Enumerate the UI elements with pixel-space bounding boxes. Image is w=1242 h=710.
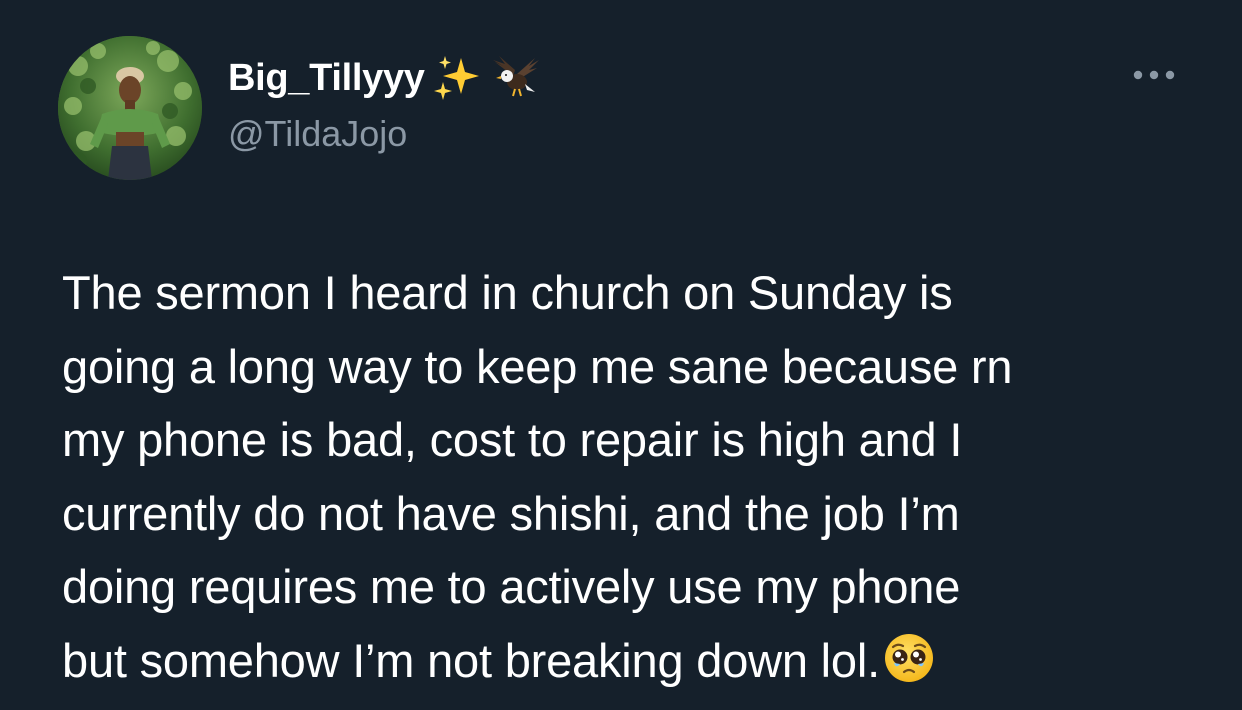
avatar[interactable] [58,36,202,180]
author-handle[interactable]: @TildaJojo [228,112,407,156]
tweet-text-last-line: but somehow I’m not breaking down lol. [62,624,1212,698]
more-options-button[interactable] [1128,60,1180,90]
ellipsis-icon [1133,70,1175,80]
tweet-text-line: The sermon I heard in church on Sunday i… [62,266,953,319]
avatar-image [58,36,202,180]
author-name-row[interactable]: Big_Tillyyy [228,52,541,104]
author-display-name[interactable]: Big_Tillyyy [228,56,425,100]
tweet-text-line: going a long way to keep me sane because… [62,339,1013,393]
tweet-text: The sermon I heard in church on Sunday i… [62,256,1212,697]
tweet: Big_Tillyyy @TildaJojo The sermon I hear… [0,0,1242,710]
tweet-text-line: currently do not have shishi, and the jo… [62,486,960,540]
eagle-icon [489,52,541,104]
tweet-text-line: doing requires me to actively use my pho… [62,560,961,613]
pleading-face-icon [882,631,936,685]
sparkles-icon [431,52,483,104]
tweet-text-line: my phone is bad, cost to repair is high … [62,413,963,466]
tweet-text-line: but somehow I’m not breaking down lol. [62,633,880,687]
